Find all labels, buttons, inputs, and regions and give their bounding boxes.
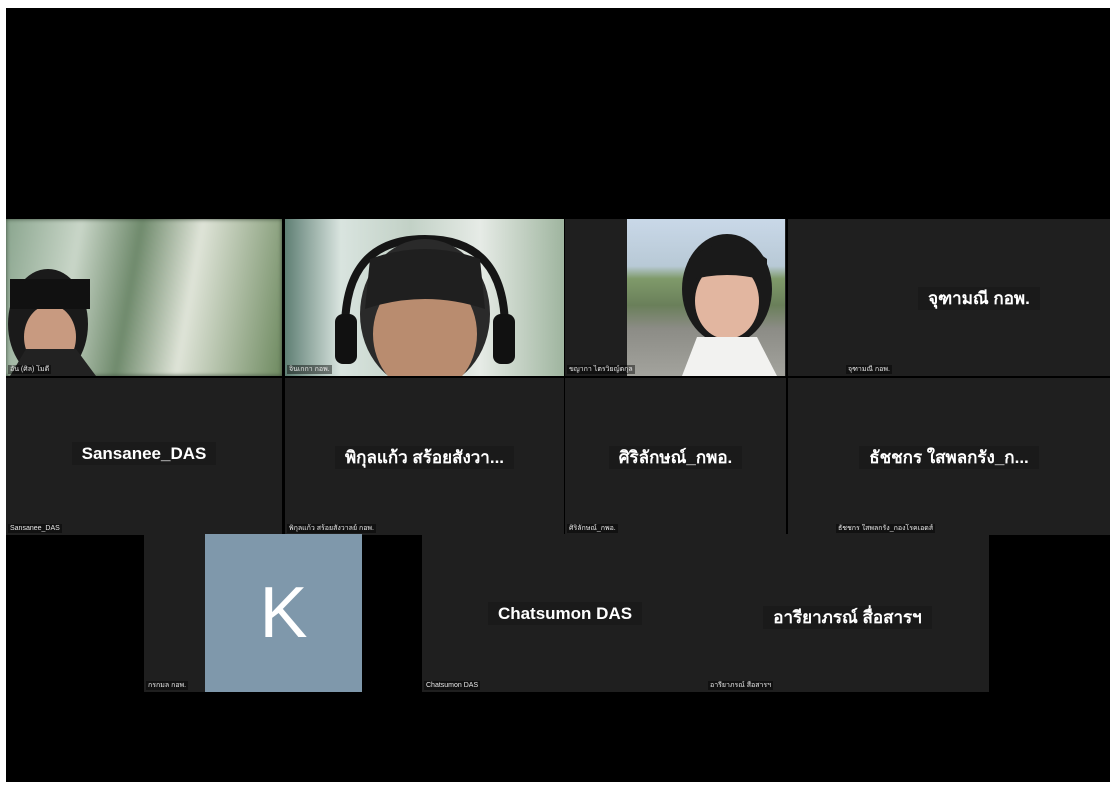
participant-name-tag: Sansanee_DAS: [8, 524, 62, 533]
participant-name-tag: จุฑามณี กอพ.: [846, 365, 892, 374]
participant-tile-11[interactable]: อารียาภรณ์ สื่อสารฯ อารียาภรณ์ สื่อสารฯ: [706, 534, 989, 692]
participant-name-tag: อัน (ศิล) โมดี: [8, 365, 52, 374]
video-feed: [627, 219, 785, 376]
participant-tile-4[interactable]: จุฑามณี กอพ. จุฑามณี กอพ.: [788, 219, 1110, 376]
participant-name: Chatsumon DAS: [487, 602, 643, 625]
participant-name: จุฑามณี กอพ.: [918, 287, 1040, 310]
participant-tile-7[interactable]: ศิริลักษณ์_กพอ. ศิริลักษณ์_กพอ.: [565, 378, 786, 535]
participant-tile-2[interactable]: จินเกกา กอพ.: [285, 219, 564, 376]
video-gallery: อัน (ศิล) โมดี จินเกกา กอพ. ขญากา ไตรวิย…: [6, 8, 1110, 782]
participant-name: ศิริลักษณ์_กพอ.: [608, 446, 743, 469]
avatar: K: [205, 534, 362, 692]
participant-name-tag: จินเกกา กอพ.: [287, 365, 332, 374]
participant-name: อารียาภรณ์ สื่อสารฯ: [763, 606, 932, 629]
participant-tile-6[interactable]: พิกุลแก้ว สร้อยสังวา... พิกุลแก้ว สร้อยส…: [285, 378, 564, 535]
participant-tile-1[interactable]: อัน (ศิล) โมดี: [6, 219, 282, 376]
participant-name-tag: ขญากา ไตรวิยญ์ตกุล: [567, 365, 635, 374]
participant-name-tag: Chatsumon DAS: [424, 681, 481, 690]
participant-tile-8[interactable]: ธัชชกร ใสพลกรัง_ก... ธัชชกร ใสพลกรัง_กอง…: [788, 378, 1110, 535]
participant-name-tag: อารียาภรณ์ สื่อสารฯ: [708, 681, 774, 690]
participant-name: พิกุลแก้ว สร้อยสังวา...: [334, 446, 515, 469]
avatar-letter: K: [259, 573, 308, 653]
participant-tile-5[interactable]: Sansanee_DAS Sansanee_DAS: [6, 378, 282, 535]
participant-tile-3[interactable]: ขญากา ไตรวิยญ์ตกุล: [565, 219, 786, 376]
participant-tile-10[interactable]: Chatsumon DAS Chatsumon DAS: [422, 534, 708, 692]
participant-name-tag: ศิริลักษณ์_กพอ.: [567, 524, 618, 533]
participant-video-icon: [8, 269, 96, 376]
participant-name: ธัชชกร ใสพลกรัง_ก...: [859, 446, 1039, 469]
participant-name-tag: กรกมล กอพ.: [146, 681, 189, 690]
participant-tile-9[interactable]: K กรกมล กอพ.: [144, 534, 362, 692]
person-portrait-icon: [682, 234, 777, 376]
headphones-person-icon: [335, 234, 515, 376]
participant-name-tag: พิกุลแก้ว สร้อยสังวาลย์ กอพ.: [287, 524, 376, 533]
participant-name-tag: ธัชชกร ใสพลกรัง_กองโรคเอดส์: [836, 524, 936, 533]
participant-name: Sansanee_DAS: [71, 442, 217, 465]
